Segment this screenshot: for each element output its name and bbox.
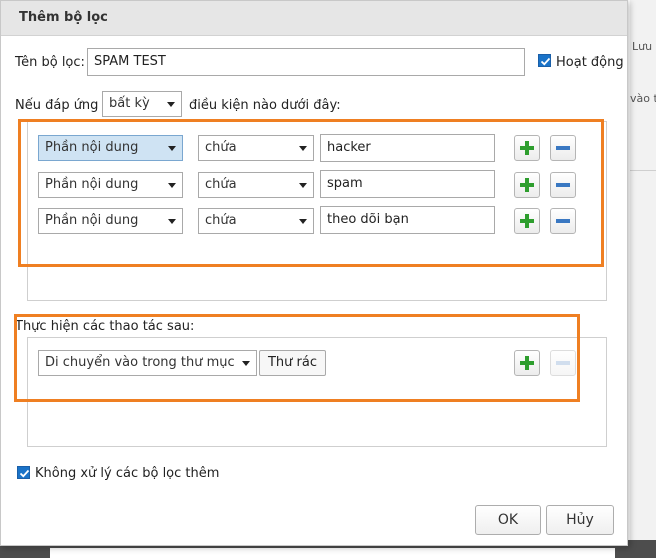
minus-icon [556,361,570,365]
action-type-select[interactable]: Di chuyển vào trong thư mục [38,350,257,376]
condition-operator-value: chứa [205,140,237,155]
dialog-titlebar: Thêm bộ lọc [1,1,627,36]
condition-field-value: Phần nội dung [45,177,139,192]
condition-field-value: Phần nội dung [45,213,139,228]
plus-icon [520,141,534,155]
condition-operator-value: chứa [205,213,237,228]
add-condition-button[interactable] [514,135,540,161]
filter-name-input[interactable]: SPAM TEST [87,48,525,76]
plus-icon [520,356,534,370]
chevron-down-icon [168,183,176,188]
condition-value-input[interactable]: hacker [320,134,495,162]
add-condition-button[interactable] [514,172,540,198]
chevron-down-icon [299,219,307,224]
active-label: Hoạt động [556,55,624,70]
check-icon [19,469,30,478]
match-mode-value: bất kỳ [109,96,150,111]
condition-value-input[interactable]: spam [320,170,495,198]
chevron-down-icon [242,361,250,366]
remove-condition-button[interactable] [550,172,576,198]
condition-operator-value: chứa [205,177,237,192]
background-app-panel [630,0,656,558]
check-icon [540,57,551,66]
remove-condition-button[interactable] [550,135,576,161]
condition-operator-select[interactable]: chứa [198,172,314,198]
remove-action-button[interactable] [550,350,576,376]
active-checkbox[interactable] [538,54,551,67]
dialog-title: Thêm bộ lọc [19,10,108,25]
background-save-label: Lưu [632,40,653,53]
minus-icon [556,183,570,187]
target-folder-button[interactable]: Thư rác [259,350,326,376]
stop-processing-label: Không xử lý các bộ lọc thêm [35,466,220,481]
chevron-down-icon [299,183,307,188]
background-bottom-strip [50,548,615,558]
minus-icon [556,219,570,223]
action-type-value: Di chuyển vào trong thư mục [45,355,235,370]
condition-field-select[interactable]: Phần nội dung [38,172,183,198]
condition-operator-select[interactable]: chứa [198,208,314,234]
plus-icon [520,178,534,192]
condition-operator-select[interactable]: chứa [198,135,314,161]
chevron-down-icon [168,146,176,151]
ok-button[interactable]: OK [475,505,541,535]
actions-label: Thực hiện các thao tác sau: [15,319,195,334]
condition-field-select[interactable]: Phần nội dung [38,135,183,161]
chevron-down-icon [299,146,307,151]
plus-icon [520,214,534,228]
filter-name-label: Tên bộ lọc: [15,55,85,70]
chevron-down-icon [167,102,175,107]
stop-processing-checkbox[interactable] [17,466,30,479]
add-action-button[interactable] [514,350,540,376]
add-filter-dialog: Thêm bộ lọc Tên bộ lọc: SPAM TEST Hoạt đ… [0,0,628,546]
condition-value-input[interactable]: theo dõi bạn [320,206,495,234]
chevron-down-icon [168,219,176,224]
condition-field-value: Phần nội dung [45,140,139,155]
cancel-button[interactable]: Hủy [546,505,614,535]
condition-field-select[interactable]: Phần nội dung [38,208,183,234]
background-divider [630,170,656,171]
minus-icon [556,146,570,150]
background-folder-label: vào t [630,92,656,105]
match-prefix-label: Nếu đáp ứng [15,98,99,113]
remove-condition-button[interactable] [550,208,576,234]
match-suffix-label: điều kiện nào dưới đây: [189,98,341,113]
match-mode-select[interactable]: bất kỳ [102,91,182,117]
add-condition-button[interactable] [514,208,540,234]
